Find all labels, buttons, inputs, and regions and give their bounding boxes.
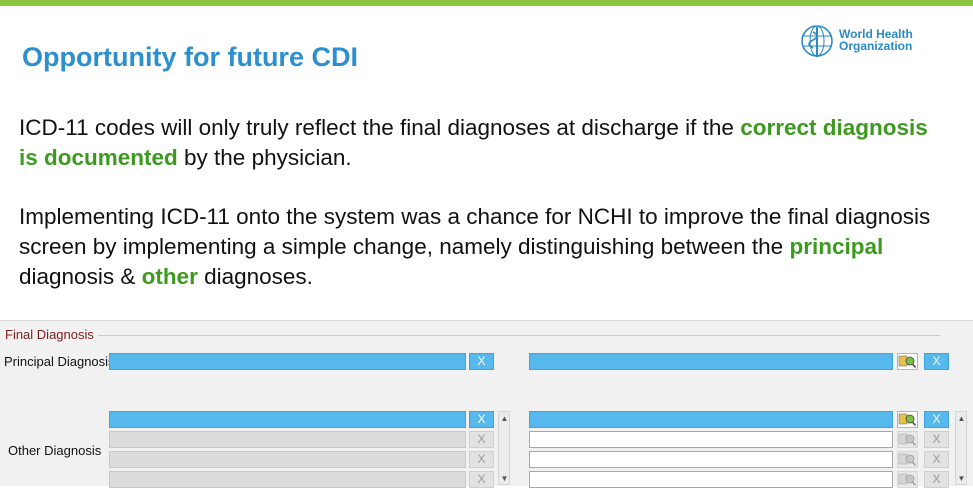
principal-clear-button[interactable]: X (469, 353, 494, 370)
lookup-icon (898, 453, 917, 466)
other-clear-button-r1[interactable]: X (924, 411, 949, 428)
other-diagnosis-field-r2[interactable] (529, 431, 893, 448)
scroll-down-icon[interactable]: ▼ (957, 474, 966, 483)
other-clear-button-r3[interactable]: X (924, 451, 949, 468)
p1-text-a: ICD-11 codes will only truly reflect the… (19, 115, 741, 140)
other-diagnosis-scrollbar[interactable]: ▲ ▼ (498, 411, 510, 485)
other-clear-button-4[interactable]: X (469, 471, 494, 488)
other-lookup-button-3[interactable] (897, 451, 918, 468)
p2-highlight-principal: principal (789, 234, 884, 259)
other-diagnosis-field-4[interactable] (109, 471, 466, 488)
top-accent-bar (0, 0, 973, 6)
principal-diagnosis-field-2[interactable] (529, 353, 893, 370)
other-clear-button-1[interactable]: X (469, 411, 494, 428)
principal-lookup-button[interactable] (897, 353, 918, 370)
other-diagnosis-field-2[interactable] (109, 431, 466, 448)
p2-highlight-other: other (141, 264, 198, 289)
other-clear-button-r2[interactable]: X (924, 431, 949, 448)
who-emblem-icon (801, 25, 833, 57)
other-clear-button-3[interactable]: X (469, 451, 494, 468)
other-lookup-button-4[interactable] (897, 471, 918, 488)
p2-text-e: diagnoses. (197, 264, 313, 289)
slide-title: Opportunity for future CDI (22, 42, 358, 72)
logo-line-2: Organization (839, 39, 913, 53)
p1-text-c: by the physician. (177, 145, 352, 170)
fieldset-border (95, 335, 940, 336)
other-diagnosis-field-3[interactable] (109, 451, 466, 468)
fieldset-legend: Final Diagnosis (5, 327, 98, 342)
other-diagnosis-field-r4[interactable] (529, 471, 893, 488)
p2-text-c: diagnosis & (19, 264, 142, 289)
scroll-down-icon[interactable]: ▼ (500, 474, 509, 483)
paragraph-1: ICD-11 codes will only truly reflect the… (19, 113, 949, 173)
lookup-icon (898, 433, 917, 446)
other-lookup-button-2[interactable] (897, 431, 918, 448)
scroll-up-icon[interactable]: ▲ (500, 414, 509, 423)
other-diagnosis-label: Other Diagnosis (8, 443, 102, 458)
other-diagnosis-scrollbar-right[interactable]: ▲ ▼ (955, 411, 967, 485)
other-diagnosis-field-r1[interactable] (529, 411, 893, 428)
paragraph-2: Implementing ICD-11 onto the system was … (19, 202, 949, 292)
principal-diagnosis-field[interactable] (109, 353, 466, 370)
lookup-icon (898, 355, 917, 368)
principal-clear-button-2[interactable]: X (924, 353, 949, 370)
who-logo: World Health Organization (799, 24, 949, 60)
scroll-up-icon[interactable]: ▲ (957, 414, 966, 423)
other-diagnosis-field-r3[interactable] (529, 451, 893, 468)
other-lookup-button-1[interactable] (897, 411, 918, 428)
other-clear-button-2[interactable]: X (469, 431, 494, 448)
lookup-icon (898, 413, 917, 426)
principal-diagnosis-label: Principal Diagnosis (4, 354, 115, 369)
other-clear-button-r4[interactable]: X (924, 471, 949, 488)
other-diagnosis-field-1[interactable] (109, 411, 466, 428)
